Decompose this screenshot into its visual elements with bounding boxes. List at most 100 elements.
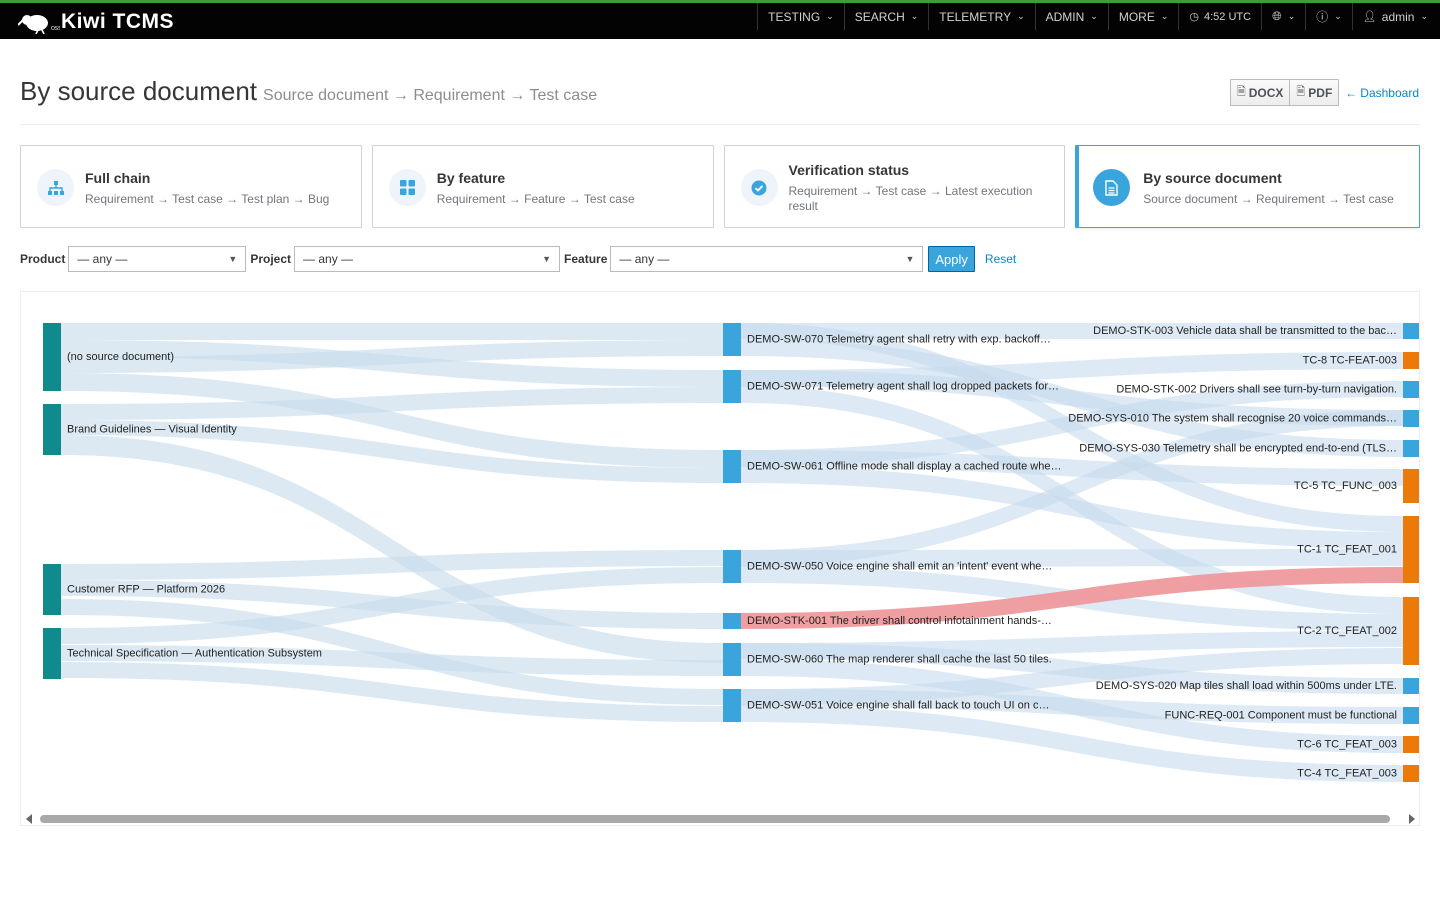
card-desc: Source document → Requirement → Test cas… [1143, 192, 1394, 206]
requirement-node [723, 643, 741, 676]
chevron-down-icon: ⌄ [826, 11, 834, 21]
user-icon: 👤︎ [1362, 11, 1377, 23]
requirement-node-label: DEMO-SW-051 Voice engine shall fall back… [747, 699, 1049, 711]
scroll-left-arrow-icon[interactable] [26, 814, 32, 824]
apply-button[interactable]: Apply [928, 246, 975, 272]
filter-bar: Product — any — ▼ Project — any — ▼ Featur… [20, 243, 1016, 275]
product-select-value: — any — [77, 252, 128, 266]
feature-label: Feature [564, 252, 608, 266]
card-title: Full chain [85, 170, 151, 186]
project-select[interactable]: — any — ▼ [294, 246, 561, 272]
chevron-down-icon: ⌄ [1160, 11, 1169, 21]
export-button-group: 🗎︎ DOCX 🗎︎ PDF [1229, 79, 1340, 106]
card-desc: Requirement → Feature → Test case [436, 192, 635, 206]
page-title: By source document Source document → Requ… [20, 76, 597, 107]
chevron-down-icon: ⌄ [910, 11, 919, 21]
requirement-node [723, 370, 741, 403]
reset-link[interactable]: Reset [985, 252, 1016, 266]
sankey-panel: (no source document) Brand Guidelines — V… [20, 291, 1420, 826]
target-node-label: FUNC-REQ-001 Component must be functiona… [1165, 709, 1397, 721]
nav-search-label: SEARCH [854, 9, 905, 24]
docx-label: DOCX [1248, 85, 1284, 100]
chevron-down-icon: ▼ [905, 254, 915, 264]
requirement-node-label: DEMO-SW-071 Telemetry agent shall log dr… [747, 380, 1059, 392]
target-node [1403, 381, 1419, 398]
target-node [1403, 597, 1419, 665]
grid-icon [388, 169, 426, 206]
brand-logo[interactable]: OSS Kiwi TCMS [18, 9, 174, 35]
nav-search[interactable]: SEARCH ⌄ [843, 3, 929, 30]
chevron-down-icon: ⌄ [1420, 11, 1428, 21]
target-node-label: TC-6 TC_FEAT_003 [1297, 738, 1397, 750]
card-full-chain[interactable]: Full chain Requirement → Test case → Tes… [20, 145, 362, 228]
user-name: admin [1381, 9, 1415, 24]
pdf-label: PDF [1308, 85, 1333, 100]
requirement-node [723, 450, 741, 483]
nav-help[interactable]: ⓘ ⌄ [1305, 3, 1352, 30]
nav-language[interactable]: 🌐︎ ⌄ [1261, 3, 1305, 30]
source-node [43, 323, 61, 391]
requirement-node-label: DEMO-SW-061 Offline mode shall display a… [747, 460, 1061, 472]
page-subtitle: Source document → Requirement → Test cas… [263, 87, 598, 104]
scroll-right-arrow-icon[interactable] [1409, 814, 1415, 824]
requirement-node-label: DEMO-STK-001 The driver shall control in… [747, 615, 1052, 627]
requirement-node [723, 689, 741, 722]
requirement-node-label: DEMO-SW-060 The map renderer shall cache… [747, 653, 1052, 665]
source-node [43, 628, 61, 679]
target-node [1403, 678, 1419, 694]
dashboard-label: Dashboard [1360, 85, 1419, 100]
target-node [1403, 516, 1419, 583]
card-by-source-document[interactable]: By source document Source document → Req… [1075, 145, 1420, 228]
product-label: Product [20, 252, 66, 266]
main-nav: TESTING ⌄ SEARCH ⌄ TELEMETRY ⌄ ADMIN ⌄ MORE ⌄… [757, 3, 1440, 39]
target-node-label: DEMO-SYS-010 The system shall recognise … [1068, 412, 1397, 424]
target-node-label: TC-8 TC-FEAT-003 [1303, 354, 1397, 366]
target-node-label: TC-1 TC_FEAT_001 [1297, 543, 1397, 555]
card-verification-status[interactable]: Verification status Requirement → Test c… [723, 145, 1066, 228]
nav-more[interactable]: MORE ⌄ [1107, 3, 1179, 30]
target-node-label: DEMO-SYS-020 Map tiles shall load within… [1096, 680, 1397, 692]
product-select[interactable]: — any — ▼ [68, 246, 247, 272]
nav-more-label: MORE [1118, 9, 1155, 24]
clock-icon: ◷ [1189, 11, 1199, 23]
nav-user[interactable]: 👤︎ admin ⌄ [1351, 3, 1440, 30]
sitemap-icon [37, 169, 74, 206]
nav-admin[interactable]: ADMIN ⌄ [1034, 3, 1108, 30]
clock-time: 4:52 UTC [1204, 10, 1252, 23]
target-node [1403, 352, 1419, 369]
header-actions: 🗎︎ DOCX 🗎︎ PDF ← Dashboard [1229, 79, 1420, 106]
requirement-node-label: DEMO-SW-070 Telemetry agent shall retry … [747, 333, 1051, 345]
nav-testing[interactable]: TESTING ⌄ [757, 3, 844, 30]
view-cards: Full chain Requirement → Test case → Tes… [20, 145, 1420, 228]
horizontal-scrollbar[interactable] [22, 810, 1419, 825]
card-title: By source document [1143, 170, 1282, 186]
target-node [1403, 323, 1419, 339]
target-node-label: DEMO-SYS-030 Telemetry shall be encrypte… [1079, 442, 1397, 454]
project-select-value: — any — [303, 252, 354, 266]
target-node-label: DEMO-STK-003 Vehicle data shall be trans… [1093, 325, 1397, 337]
target-node [1403, 736, 1419, 753]
target-node [1403, 410, 1419, 427]
feature-select[interactable]: — any — ▼ [610, 246, 924, 272]
brand-name: Kiwi TCMS [61, 10, 174, 33]
export-docx-button[interactable]: 🗎︎ DOCX [1231, 80, 1290, 105]
card-by-feature[interactable]: By feature Requirement → Feature → Test … [371, 145, 714, 228]
scrollbar-thumb[interactable] [40, 815, 1390, 823]
target-node [1403, 440, 1419, 457]
help-icon: ⓘ [1316, 10, 1329, 24]
export-pdf-button[interactable]: 🗎︎ PDF [1289, 80, 1338, 105]
nav-telemetry[interactable]: TELEMETRY ⌄ [928, 3, 1034, 30]
target-node [1403, 469, 1419, 503]
feature-select-value: — any — [619, 252, 670, 266]
project-label: Project [250, 252, 292, 266]
source-node-label: Brand Guidelines — Visual Identity [67, 423, 237, 435]
target-node [1403, 707, 1419, 724]
dashboard-link[interactable]: ← Dashboard [1345, 86, 1419, 100]
requirement-node [723, 550, 741, 583]
source-node-label: (no source document) [67, 351, 174, 363]
target-node-label: DEMO-STK-002 Drivers shall see turn-by-t… [1116, 383, 1397, 395]
chevron-down-icon: ⌄ [1017, 11, 1025, 21]
requirement-node [723, 323, 741, 356]
file-pdf-icon: 🗎︎ [1296, 86, 1306, 98]
chevron-down-icon: ⌄ [1287, 11, 1296, 21]
